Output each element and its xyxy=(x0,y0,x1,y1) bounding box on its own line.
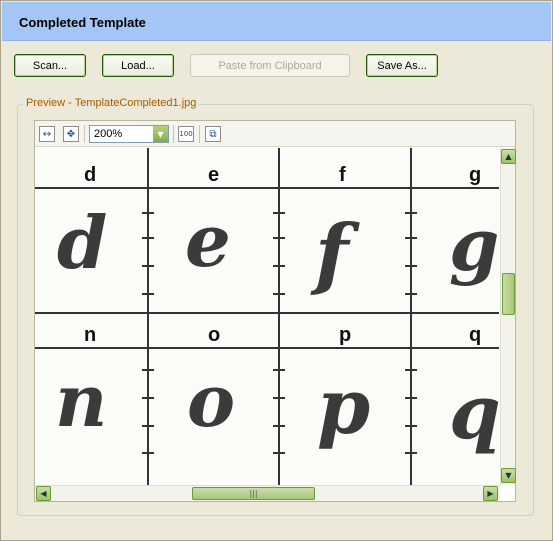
fit-page-icon[interactable]: ✥ xyxy=(63,126,79,142)
fit-width-icon[interactable]: ↔ xyxy=(39,126,55,142)
save-as-button[interactable]: Save As... xyxy=(366,54,438,77)
vertical-scroll-thumb[interactable] xyxy=(502,273,515,315)
image-viewer: ↔ ✥ 200% ▼ 100 ⧉ d e f g n o p q d e f g… xyxy=(34,120,516,502)
zoom-value: 200% xyxy=(94,128,123,140)
horizontal-scroll-thumb[interactable]: ||| xyxy=(192,487,315,500)
copy-icon[interactable]: ⧉ xyxy=(205,126,221,142)
preview-label: Preview - TemplateCompleted1.jpg xyxy=(23,97,200,109)
scroll-up-icon[interactable]: ▲ xyxy=(501,149,516,164)
handwritten-glyph: g xyxy=(449,202,499,287)
handwritten-glyph: e xyxy=(185,198,231,283)
cell-letter: q xyxy=(469,324,481,346)
cell-letter: p xyxy=(339,324,351,346)
header-title: Completed Template xyxy=(19,15,146,30)
cell-letter: e xyxy=(208,164,219,186)
scan-button[interactable]: Scan... xyxy=(14,54,86,77)
handwritten-glyph: o xyxy=(187,358,235,443)
vertical-scrollbar[interactable]: ▲ ▼ xyxy=(500,148,516,485)
template-image-svg: d e f g n o p q d e f g n o p q xyxy=(35,148,499,485)
scroll-down-icon[interactable]: ▼ xyxy=(501,468,516,483)
completed-template-window: Completed Template Scan... Load... Paste… xyxy=(0,0,553,541)
horizontal-scrollbar[interactable]: ◀ ||| ▶ xyxy=(35,485,500,501)
handwritten-glyph: d xyxy=(57,200,107,285)
cell-letter: d xyxy=(84,164,96,186)
chevron-down-icon[interactable]: ▼ xyxy=(153,126,168,142)
zoom-select[interactable]: 200% ▼ xyxy=(89,125,169,143)
actual-size-icon[interactable]: 100 xyxy=(178,126,194,142)
cell-letter: f xyxy=(339,164,346,186)
handwritten-glyph: n xyxy=(55,358,107,443)
toolbar-separator xyxy=(84,125,85,143)
cell-letter: n xyxy=(84,324,96,346)
handwritten-glyph: q xyxy=(449,370,499,456)
load-button[interactable]: Load... xyxy=(102,54,174,77)
cell-letter: o xyxy=(208,324,220,346)
template-image[interactable]: d e f g n o p q d e f g n o p q xyxy=(35,148,499,485)
viewer-toolbar: ↔ ✥ 200% ▼ 100 ⧉ xyxy=(35,121,515,147)
scroll-right-icon[interactable]: ▶ xyxy=(483,486,498,501)
handwritten-glyph: p xyxy=(317,362,370,451)
scroll-left-icon[interactable]: ◀ xyxy=(36,486,51,501)
cell-letter: g xyxy=(469,164,481,186)
toolbar-separator xyxy=(173,125,174,143)
paste-from-clipboard-button[interactable]: Paste from Clipboard xyxy=(190,54,350,77)
header-bar: Completed Template xyxy=(2,2,551,41)
toolbar-separator xyxy=(199,125,200,143)
